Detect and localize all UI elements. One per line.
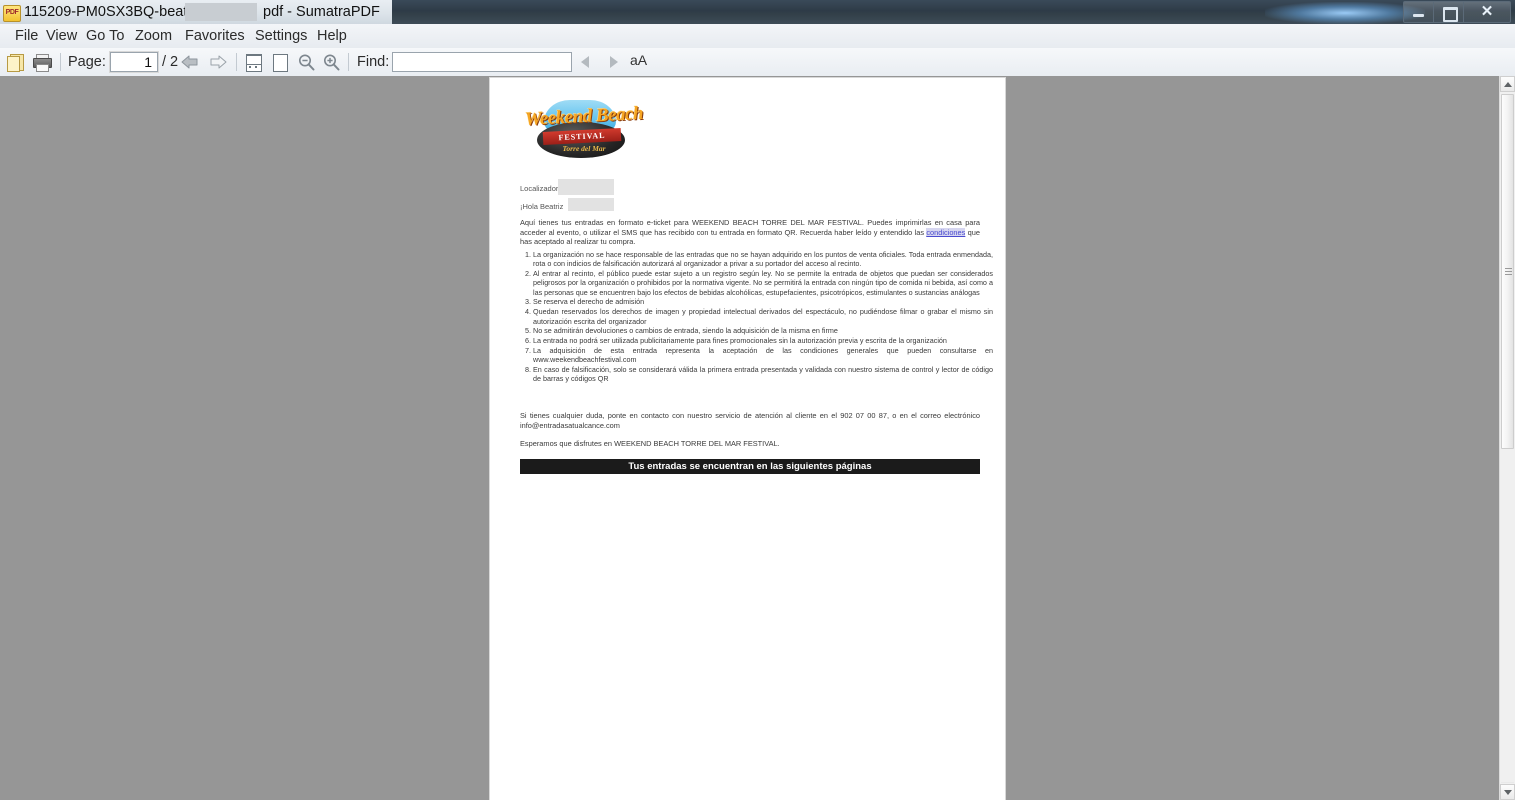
find-previous-button[interactable] [576, 55, 598, 69]
restore-button[interactable] [1434, 1, 1464, 23]
vertical-scrollbar[interactable] [1499, 76, 1515, 800]
find-next-button[interactable] [602, 55, 624, 69]
window-title-part2: pdf - SumatraPDF [263, 4, 380, 20]
terms-list-item: No se admitirán devoluciones o cambios d… [533, 326, 993, 335]
scroll-up-button[interactable] [1500, 76, 1515, 92]
menu-item-help[interactable]: Help [310, 24, 354, 48]
locator-label: Localizador: [520, 184, 561, 193]
terms-list-item: La adquisición de esta entrada represent… [533, 346, 993, 365]
next-page-button[interactable] [206, 55, 228, 69]
terms-list-item: Al entrar al recinto, el público puede e… [533, 269, 993, 297]
sumatrapdf-window: PDF 115209-PM0SX3BQ-beatriz- pdf - Sumat… [0, 0, 1515, 800]
closing-paragraph: Esperamos que disfrutes en WEEKEND BEACH… [520, 439, 780, 448]
intro-text-before-link: Aquí tienes tus entradas en formato e-ti… [520, 218, 980, 237]
scroll-down-arrow-icon [1504, 790, 1512, 795]
terms-list-item: La entrada no podrá ser utilizada public… [533, 336, 993, 345]
minimize-icon [1413, 14, 1424, 17]
previous-page-button[interactable] [180, 55, 202, 69]
toolbar-separator-2 [236, 53, 237, 71]
conditions-link[interactable]: condiciones [926, 227, 966, 237]
zoom-in-icon[interactable] [322, 53, 341, 72]
scrollbar-grip-icon [1505, 267, 1512, 276]
intro-paragraph: Aquí tienes tus entradas en formato e-ti… [520, 218, 980, 247]
pdf-file-icon: PDF [3, 5, 21, 22]
page-number-input[interactable] [110, 52, 158, 72]
close-button[interactable]: ✕ [1464, 1, 1511, 23]
menu-item-favorites[interactable]: Favorites [178, 24, 252, 48]
fit-page-icon[interactable] [270, 54, 288, 72]
window-title-part1: 115209-PM0SX3BQ-beatriz- [24, 4, 208, 20]
menu-item-view[interactable]: View [39, 24, 84, 48]
locator-redaction [558, 179, 614, 195]
terms-list-item: Se reserva el derecho de admisión [533, 297, 993, 306]
window-title-redaction [185, 3, 257, 21]
page-label: Page: [68, 54, 106, 70]
menu-item-zoom[interactable]: Zoom [128, 24, 179, 48]
menu-bar: File View Go To Zoom Favorites Settings … [0, 24, 1515, 49]
logo-subtitle: Torre del Mar [562, 144, 606, 153]
page-total-label: / 2 [162, 54, 179, 70]
window-controls: ✕ [1403, 1, 1511, 23]
titlebar-glow [1265, 2, 1425, 24]
close-icon: ✕ [1480, 3, 1494, 20]
toolbar-separator [60, 53, 61, 71]
restore-icon [1443, 7, 1458, 22]
terms-list-item: En caso de falsificación, solo se consid… [533, 365, 993, 384]
minimize-button[interactable] [1403, 1, 1434, 23]
greeting-label: ¡Hola Beatriz [520, 202, 564, 211]
zoom-out-icon[interactable] [297, 53, 316, 72]
tickets-banner: Tus entradas se encuentran en las siguie… [520, 459, 980, 474]
find-label: Find: [357, 54, 390, 70]
terms-list-item: La organización no se hace responsable d… [533, 250, 993, 269]
terms-list-item: Quedan reservados los derechos de imagen… [533, 307, 993, 326]
logo-wordmark: Weekend Beach [524, 102, 644, 131]
scroll-up-arrow-icon [1504, 82, 1512, 87]
menu-item-settings[interactable]: Settings [248, 24, 314, 48]
pdf-page-1: Weekend Beach FESTIVAL Torre del Mar Loc… [490, 78, 1005, 800]
document-viewport[interactable]: Weekend Beach FESTIVAL Torre del Mar Loc… [0, 76, 1500, 800]
scrollbar-track-bottom[interactable] [1501, 782, 1514, 783]
scroll-down-button[interactable] [1500, 784, 1515, 800]
festival-logo: Weekend Beach FESTIVAL Torre del Mar [519, 100, 649, 162]
toolbar-separator-3 [348, 53, 349, 71]
find-input[interactable] [392, 52, 572, 72]
print-icon[interactable] [32, 53, 52, 72]
menu-item-goto[interactable]: Go To [79, 24, 131, 48]
contact-paragraph: Si tienes cualquier duda, ponte en conta… [520, 411, 980, 430]
terms-list: La organización no se hace responsable d… [520, 250, 993, 384]
title-bar: PDF 115209-PM0SX3BQ-beatriz- pdf - Sumat… [0, 0, 1515, 24]
toolbar: Page: / 2 [0, 48, 1515, 77]
match-case-icon[interactable]: aA [630, 52, 650, 72]
scrollbar-thumb[interactable] [1501, 94, 1514, 449]
fit-width-icon[interactable] [244, 54, 262, 72]
greeting-redaction [568, 198, 614, 211]
open-document-icon[interactable] [6, 53, 26, 72]
